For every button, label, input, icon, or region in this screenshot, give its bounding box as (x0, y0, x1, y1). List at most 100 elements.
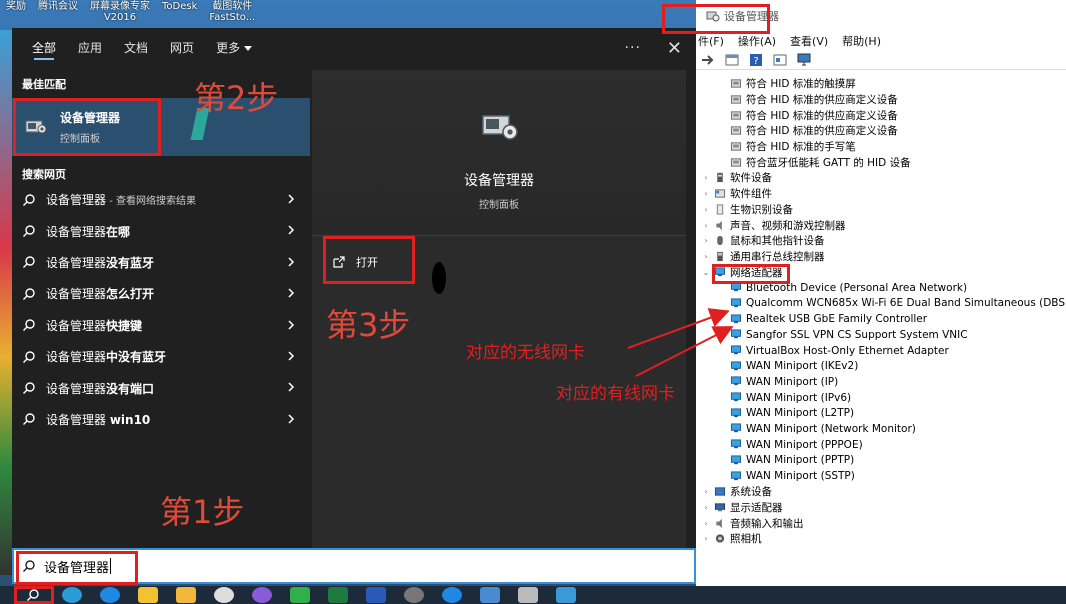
web-result-row[interactable]: 设备管理器怎么打开 (12, 278, 310, 309)
desktop-icon-2[interactable]: 屏幕录像专家 V2016 (84, 0, 156, 30)
chevron-right-icon[interactable]: › (702, 205, 710, 214)
open-button[interactable]: 打开 (332, 254, 378, 270)
device-item[interactable]: Bluetooth Device (Personal Area Network) (696, 280, 1066, 296)
desktop-icon-4[interactable]: 截图软件 FastSto... (203, 0, 261, 30)
excel-app-icon[interactable] (328, 587, 348, 603)
menu-view[interactable]: 查看(V) (790, 33, 828, 49)
chevron-right-icon[interactable]: › (702, 189, 710, 198)
device-category[interactable]: › 软件组件 (696, 186, 1066, 202)
edge-app-icon[interactable] (62, 587, 82, 603)
desktop-icon-0[interactable]: 奖励 (0, 0, 32, 30)
folder-app-icon[interactable] (176, 587, 196, 603)
device-item[interactable]: Sangfor SSL VPN CS Support System VNIC (696, 327, 1066, 343)
forward-icon[interactable] (700, 53, 716, 67)
chevron-down-icon (244, 46, 253, 51)
web-result-row[interactable]: 设备管理器 win10 (12, 404, 310, 435)
device-category[interactable]: › 照相机 (696, 531, 1066, 547)
chevron-right-icon[interactable]: › (702, 503, 710, 512)
tab-documents[interactable]: 文档 (124, 28, 148, 68)
search-icon (23, 288, 35, 300)
device-category[interactable]: › 鼠标和其他指针设备 (696, 233, 1066, 249)
browser-app-icon[interactable] (100, 587, 120, 603)
web-result-row[interactable]: 设备管理器在哪 (12, 215, 310, 246)
device-category[interactable]: › 声音、视频和游戏控制器 (696, 217, 1066, 233)
device-item[interactable]: WAN Miniport (SSTP) (696, 468, 1066, 484)
chevron-right-icon[interactable]: › (702, 534, 710, 543)
web-results-list: 设备管理器 - 查看网络搜索结果 设备管理器在哪设备管理器没有蓝牙设备管理器怎么打… (12, 184, 310, 435)
web-result-row[interactable]: 设备管理器 - 查看网络搜索结果 (12, 184, 310, 215)
search-icon (27, 589, 39, 601)
menu-action[interactable]: 操作(A) (738, 33, 776, 49)
device-item[interactable]: WAN Miniport (L2TP) (696, 405, 1066, 421)
device-item[interactable]: 符合 HID 标准的手写笔 (696, 139, 1066, 155)
device-category[interactable]: › 系统设备 (696, 484, 1066, 500)
device-item[interactable]: WAN Miniport (IPv6) (696, 390, 1066, 406)
tab-web[interactable]: 网页 (170, 28, 194, 68)
device-item[interactable]: WAN Miniport (Network Monitor) (696, 421, 1066, 437)
view-icon[interactable] (724, 53, 740, 67)
help-icon[interactable]: ? (748, 53, 764, 67)
web-result-row[interactable]: 设备管理器没有蓝牙 (12, 247, 310, 278)
chevron-right-icon[interactable]: › (702, 173, 710, 182)
display-app-icon[interactable] (556, 587, 576, 603)
device-item[interactable]: Qualcomm WCN685x Wi-Fi 6E Dual Band Simu… (696, 296, 1066, 312)
chevron-right-icon[interactable]: › (702, 221, 710, 230)
device-item[interactable]: VirtualBox Host-Only Ethernet Adapter (696, 343, 1066, 359)
device-label: 软件组件 (730, 188, 772, 201)
device-item[interactable]: 符合蓝牙低能耗 GATT 的 HID 设备 (696, 154, 1066, 170)
chevron-right-icon[interactable]: › (702, 252, 710, 261)
settings-app-icon[interactable] (404, 587, 424, 603)
device-manager-icon (482, 115, 518, 140)
wechat-app-icon[interactable] (290, 587, 310, 603)
device-category[interactable]: ⌄ 网络适配器 (696, 264, 1066, 280)
chevron-right-icon[interactable]: › (702, 487, 710, 496)
device-item[interactable]: Realtek USB GbE Family Controller (696, 311, 1066, 327)
more-options-icon[interactable]: ··· (625, 40, 641, 56)
device-item[interactable]: WAN Miniport (PPPOE) (696, 437, 1066, 453)
monitor-icon[interactable] (796, 53, 812, 67)
device-app-icon[interactable] (518, 587, 538, 603)
device-item[interactable]: WAN Miniport (IP) (696, 374, 1066, 390)
device-category[interactable]: › 生物识别设备 (696, 202, 1066, 218)
desktop-icon-3[interactable]: ToDesk (156, 0, 203, 30)
chevron-right-icon[interactable]: › (702, 519, 710, 528)
tab-more[interactable]: 更多 (216, 28, 253, 68)
purple-app-icon[interactable] (252, 587, 272, 603)
device-label: 音频输入和输出 (730, 517, 804, 530)
tab-all[interactable]: 全部 (32, 28, 56, 68)
menu-help[interactable]: 帮助(H) (842, 33, 881, 49)
remote-app-icon[interactable] (480, 587, 500, 603)
device-category[interactable]: › 显示适配器 (696, 500, 1066, 516)
search-icon (23, 413, 35, 426)
device-item[interactable]: 符合 HID 标准的触摸屏 (696, 76, 1066, 92)
device-category[interactable]: › 音频输入和输出 (696, 515, 1066, 531)
device-item[interactable]: 符合 HID 标准的供应商定义设备 (696, 107, 1066, 123)
star-app-icon[interactable] (138, 587, 158, 603)
desktop-icon-1[interactable]: 腾讯会议 (32, 0, 84, 30)
menu-file[interactable]: 件(F) (698, 33, 724, 49)
search-input[interactable]: 设备管理器 (12, 548, 696, 584)
web-result-row[interactable]: 设备管理器快捷键 (12, 310, 310, 341)
device-item[interactable]: WAN Miniport (IKEv2) (696, 358, 1066, 374)
device-item[interactable]: 符合 HID 标准的供应商定义设备 (696, 123, 1066, 139)
device-category[interactable]: › 软件设备 (696, 170, 1066, 186)
network-icon (730, 408, 742, 417)
properties-icon[interactable] (772, 53, 788, 67)
start-search-button[interactable] (22, 587, 44, 603)
tab-apps[interactable]: 应用 (78, 28, 102, 68)
close-icon[interactable]: ✕ (667, 38, 682, 59)
device-item[interactable]: 符合 HID 标准的供应商定义设备 (696, 92, 1066, 108)
web-result-text: 设备管理器没有蓝牙 (46, 254, 154, 271)
word-app-icon[interactable] (366, 587, 386, 603)
browser2-app-icon[interactable] (442, 587, 462, 603)
device-category[interactable]: › 通用串行总线控制器 (696, 249, 1066, 265)
chevron-down-icon[interactable]: ⌄ (702, 268, 710, 277)
chevron-right-icon[interactable]: › (702, 236, 710, 245)
network-icon (714, 267, 726, 276)
web-result-row[interactable]: 设备管理器中没有蓝牙 (12, 341, 310, 372)
chevron-right-icon (288, 288, 295, 298)
chatgpt-app-icon[interactable] (214, 587, 234, 603)
device-item[interactable]: WAN Miniport (PPTP) (696, 453, 1066, 469)
web-result-row[interactable]: 设备管理器没有端口 (12, 372, 310, 403)
wireless-nic-note: 对应的无线网卡 (466, 343, 585, 363)
